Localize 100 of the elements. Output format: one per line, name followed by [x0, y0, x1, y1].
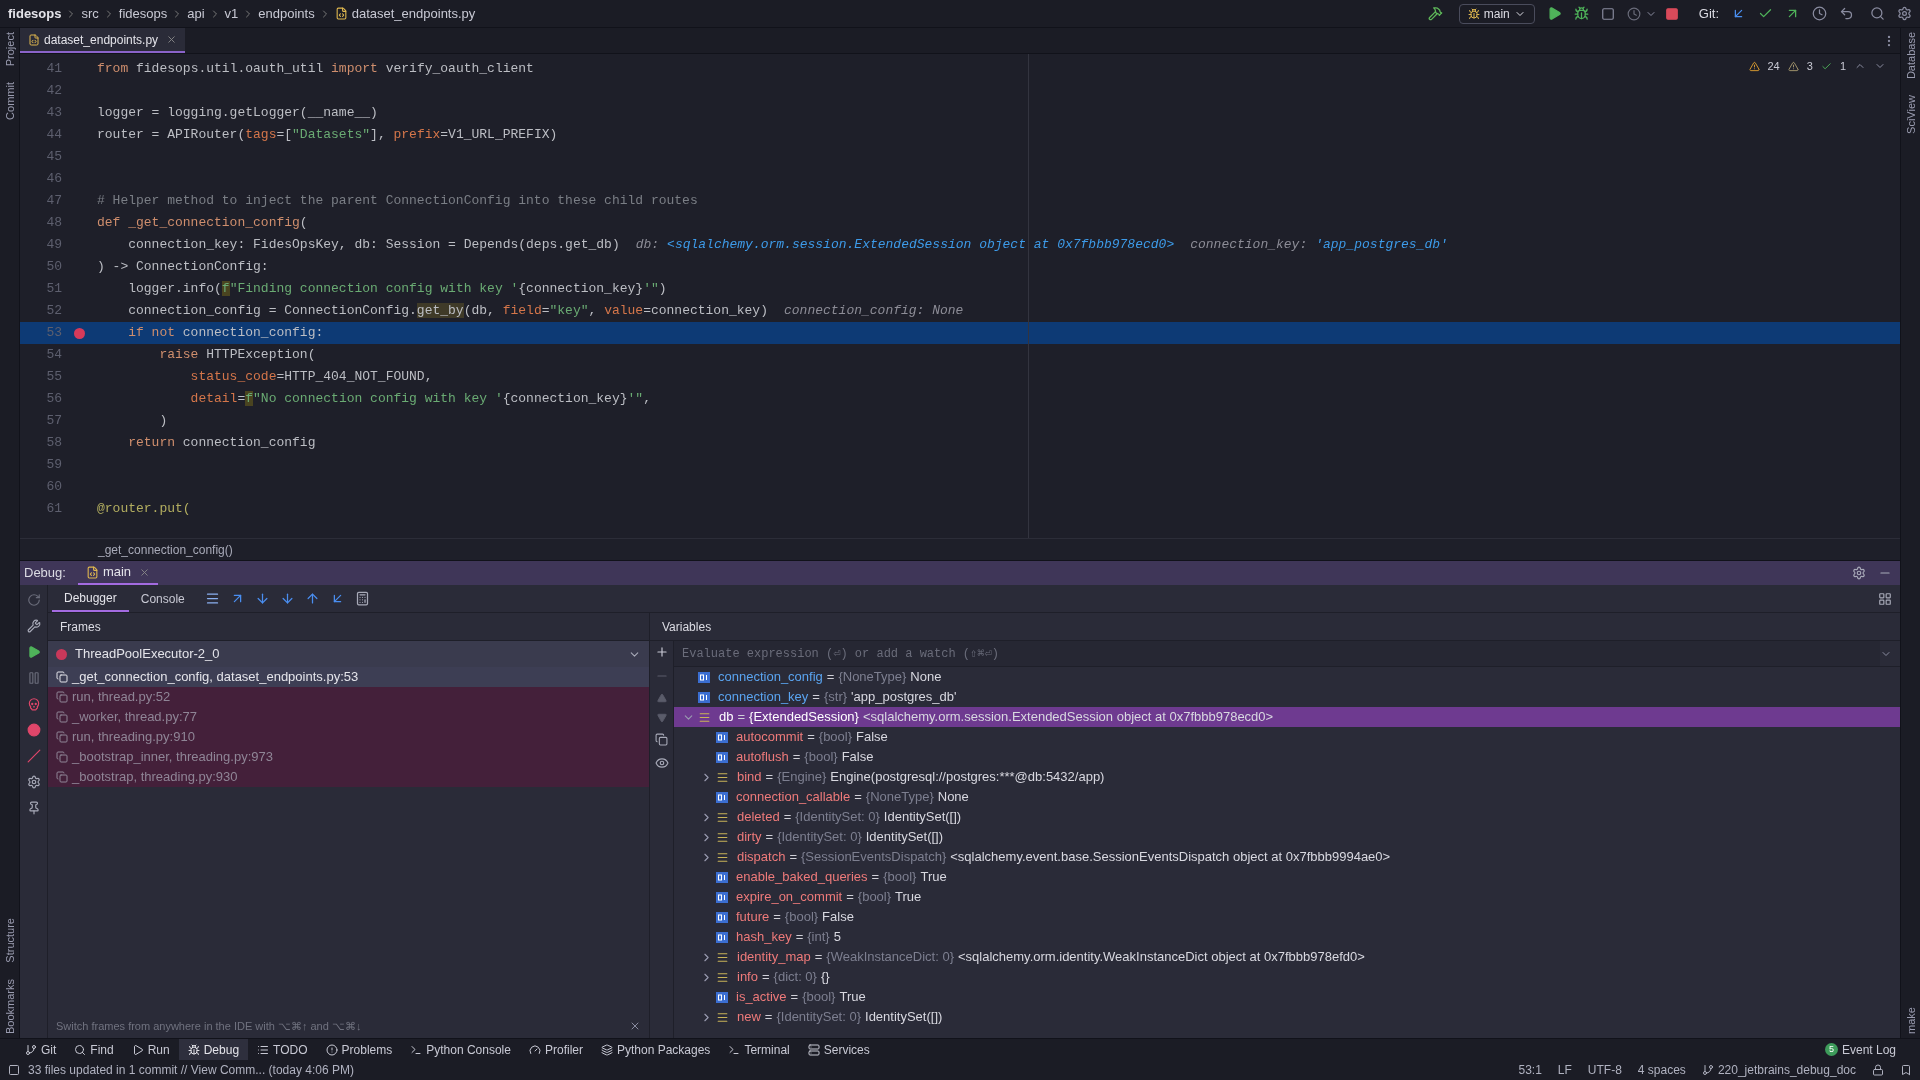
lock-icon[interactable] [1872, 1064, 1884, 1076]
copy-icon[interactable] [655, 733, 668, 746]
stack-frame[interactable]: _bootstrap_inner, threading.py:973 [48, 747, 649, 767]
breadcrumb-item[interactable]: endpoints [258, 3, 315, 24]
tool-window-button[interactable]: Problems [316, 1039, 402, 1060]
layout-icon[interactable] [1878, 591, 1892, 606]
menu-icon[interactable] [204, 591, 220, 606]
variable-row[interactable]: connection_callable = {NoneType} None [674, 787, 1900, 807]
variable-row[interactable]: dispatch = {SessionEventsDispatch} <sqlalchemy.event.base.SessionEventsDispatch object at 0x7fbbb9994ae0> [674, 847, 1900, 867]
variable-row[interactable]: autoflush = {bool} False [674, 747, 1900, 767]
variable-name: info [737, 968, 758, 987]
run-configuration-dropdown[interactable]: main [1458, 3, 1535, 24]
tool-window-tab[interactable]: Project [1, 32, 18, 67]
variable-row[interactable]: expire_on_commit = {bool} True [674, 887, 1900, 907]
tool-window-button[interactable]: Run [122, 1039, 179, 1060]
tool-window-tab[interactable]: SciView [1902, 95, 1919, 135]
tool-window-button[interactable]: Find [65, 1039, 123, 1060]
eye-icon[interactable] [654, 756, 669, 770]
variable-row[interactable]: future = {bool} False [674, 907, 1900, 927]
tool-window-tab[interactable]: make [1902, 1007, 1919, 1034]
watch-input-field[interactable]: Evaluate expression (⏎) or add a watch (⇧⌘⏎) [674, 641, 1880, 666]
breadcrumb-item[interactable]: src [81, 3, 99, 24]
tool-window-tab[interactable]: Database [1902, 32, 1919, 80]
tool-window-button[interactable]: Terminal [719, 1039, 799, 1060]
tool-window-button[interactable]: TODO [248, 1039, 317, 1060]
variable-row[interactable]: connection_key = {str} 'app_postgres_db' [674, 687, 1900, 707]
add-icon[interactable] [654, 645, 669, 659]
variable-value: 5 [833, 928, 841, 947]
file-encoding[interactable]: UTF-8 [1587, 1061, 1622, 1079]
breakpoint-icon[interactable] [74, 327, 85, 339]
status-message[interactable]: 33 files updated in 1 commit // View Comm... (today 4:06 PM) [28, 1061, 354, 1079]
close-icon[interactable] [166, 34, 178, 45]
calculator-icon[interactable] [354, 591, 370, 606]
stack-frame[interactable]: _worker, thread.py:77 [48, 707, 649, 727]
stack-frame[interactable]: run, thread.py:52 [48, 687, 649, 707]
variable-row[interactable]: info = {dict: 0} {} [674, 967, 1900, 987]
editor-breadcrumb[interactable]: _get_connection_config() [20, 538, 1900, 560]
tool-window-button[interactable]: Debug [178, 1039, 249, 1060]
close-icon[interactable] [139, 566, 151, 578]
run-icon[interactable] [1546, 6, 1562, 21]
stop-icon[interactable] [1664, 6, 1679, 21]
step-into-icon[interactable] [254, 591, 270, 606]
variable-row[interactable]: autocommit = {bool} False [674, 727, 1900, 747]
breadcrumb-item[interactable]: dataset_endpoints.py [351, 3, 476, 24]
event-log-button[interactable]: 5 Event Log [1816, 1039, 1904, 1060]
mute-breakpoints-icon[interactable] [26, 749, 41, 763]
tool-window-tab[interactable]: Structure [1, 918, 18, 963]
settings-icon[interactable] [26, 775, 41, 789]
tool-window-button[interactable]: Git [16, 1039, 66, 1060]
stack-frame[interactable]: _bootstrap, threading.py:930 [48, 767, 649, 787]
debug-session-tab[interactable]: main [77, 561, 159, 585]
debugger-tab[interactable]: Debugger [52, 585, 129, 612]
stack-frame[interactable]: _get_connection_config, dataset_endpoints.py:53 [48, 667, 649, 687]
variable-row[interactable]: dirty = {IdentitySet: 0} IdentitySet([]) [674, 827, 1900, 847]
step-into-my-code-icon[interactable] [279, 591, 295, 606]
breadcrumb-item[interactable]: fidesops [8, 3, 62, 24]
line-separator[interactable]: LF [1557, 1061, 1572, 1079]
skull-icon[interactable] [26, 697, 41, 711]
variable-row[interactable]: is_active = {bool} True [674, 987, 1900, 1007]
debug-icon[interactable] [1573, 6, 1589, 21]
rerun-icon[interactable] [26, 593, 41, 607]
tool-window-button[interactable]: Python Console [401, 1039, 520, 1060]
layout-toggle-icon[interactable] [8, 1064, 20, 1076]
variable-row[interactable]: connection_config = {NoneType} None [674, 667, 1900, 687]
wrench-icon[interactable] [26, 619, 41, 633]
search-icon[interactable] [1870, 6, 1885, 21]
tool-window-button[interactable]: Python Packages [591, 1039, 720, 1060]
thread-status-icon [56, 648, 67, 660]
tool-window-button[interactable]: Services [798, 1039, 879, 1060]
close-icon[interactable] [629, 1020, 641, 1032]
tool-window-tab[interactable]: Commit [1, 82, 18, 121]
variable-row[interactable]: identity_map = {WeakInstanceDict: 0} <sqlalchemy.orm.identity.WeakInstanceDict object at 0x7fbbb978efd0> [674, 947, 1900, 967]
variable-row[interactable]: bind = {Engine} Engine(postgresql://postgres:***@db:5432/app) [674, 767, 1900, 787]
resume-icon[interactable] [26, 645, 41, 659]
git-branch[interactable]: 220_jetbrains_debug_doc [1717, 1061, 1856, 1079]
rollback-icon[interactable] [1839, 6, 1854, 21]
tool-window-button[interactable]: Profiler [519, 1039, 592, 1060]
tool-window-tab[interactable]: Bookmarks [1, 978, 18, 1034]
debugger-tab[interactable]: Console [128, 585, 197, 612]
variable-row[interactable]: deleted = {IdentitySet: 0} IdentitySet([]) [674, 807, 1900, 827]
breadcrumb-item[interactable]: v1 [224, 3, 239, 24]
indent-setting[interactable]: 4 spaces [1637, 1061, 1686, 1079]
history-icon[interactable] [1812, 6, 1827, 21]
variable-row[interactable]: hash_key = {int} 5 [674, 927, 1900, 947]
line-number: 49 [45, 236, 62, 255]
breadcrumb-item[interactable]: api [187, 3, 205, 24]
breadcrumb-item[interactable]: fidesops [118, 3, 168, 24]
settings-icon[interactable] [1897, 6, 1912, 21]
variable-row[interactable]: new = {IdentitySet: 0} IdentitySet([]) [674, 1007, 1900, 1027]
variable-row[interactable]: db = {ExtendedSession} <sqlalchemy.orm.session.ExtendedSession object at 0x7fbbb978ecd0> [674, 707, 1900, 727]
editor-tab[interactable]: dataset_endpoints.py [20, 28, 186, 53]
build-icon[interactable] [1427, 6, 1443, 21]
variable-row[interactable]: enable_baked_queries = {bool} True [674, 867, 1900, 887]
settings-icon[interactable] [1852, 566, 1866, 580]
pin-icon[interactable] [26, 801, 41, 815]
thread-dropdown[interactable]: ThreadPoolExecutor-2_0 [48, 641, 649, 667]
caret-position[interactable]: 53:1 [1518, 1061, 1542, 1079]
step-out-icon[interactable] [304, 591, 320, 606]
breakpoints-icon[interactable] [26, 723, 41, 737]
stack-frame[interactable]: run, threading.py:910 [48, 727, 649, 747]
